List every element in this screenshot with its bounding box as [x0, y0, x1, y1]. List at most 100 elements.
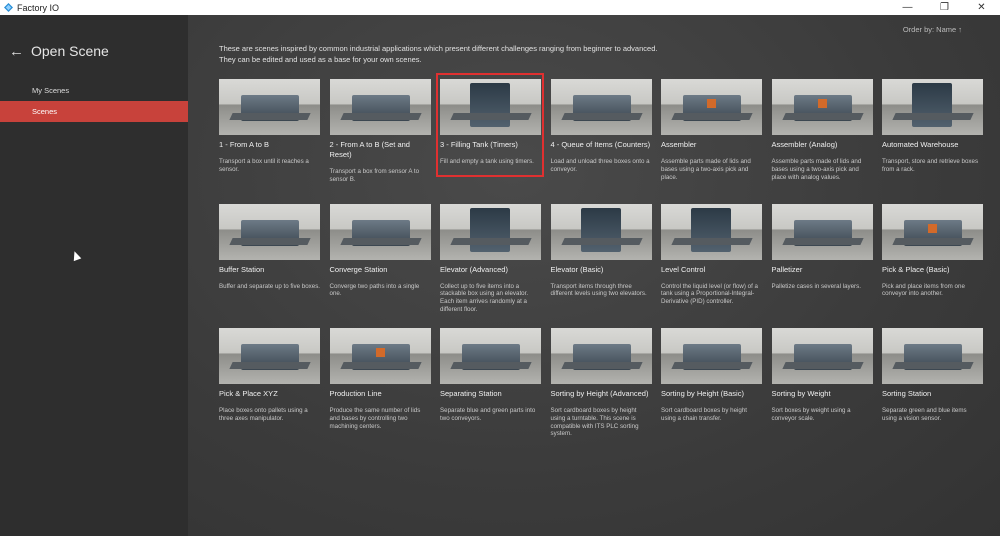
conveyor-graphic — [892, 362, 974, 369]
restore-button[interactable]: ❐ — [926, 0, 963, 15]
scene-title: Assembler — [661, 140, 697, 149]
scene-card[interactable]: Sorting by Height (Advanced) Sort cardboa… — [550, 328, 652, 453]
scene-description: Transport a box until it reaches a senso… — [219, 158, 309, 173]
conveyor-graphic — [892, 237, 974, 245]
conveyor-graphic — [450, 362, 532, 369]
conveyor-graphic — [339, 237, 422, 245]
scene-title: Sorting by Weight — [771, 389, 831, 398]
main-content: Order by: Name ↑ These are scenes inspir… — [188, 15, 1000, 536]
scene-card[interactable]: Elevator (Advanced) Collect up to five it… — [440, 203, 541, 329]
scene-description: Sort cardboard boxes by height using a t… — [550, 407, 639, 438]
scene-card[interactable]: Sorting by Weight Sort boxes by weight us… — [771, 328, 873, 453]
sidebar-item-scenes[interactable]: Scenes — [0, 101, 188, 122]
scene-thumbnail[interactable] — [661, 203, 762, 260]
scene-thumbnail[interactable] — [550, 328, 652, 384]
scene-title: Level Control — [661, 264, 706, 274]
scene-card[interactable]: Pick & Place XYZ Place boxes onto pallets… — [219, 328, 320, 453]
scene-card[interactable]: 2 - From A to B (Set and Reset) Transport… — [329, 79, 431, 204]
scene-description: Load and unload three boxes onto a conve… — [550, 158, 650, 173]
close-button[interactable]: ✕ — [963, 0, 1000, 15]
scene-title: Automated Warehouse — [882, 140, 959, 149]
scene-thumbnail[interactable] — [771, 328, 873, 384]
scene-title: Palletizer — [771, 264, 803, 274]
order-by-dropdown[interactable]: Order by: Name ↑ — [903, 25, 962, 34]
scene-card[interactable]: Sorting Station Separate green and blue i… — [882, 328, 983, 453]
scene-title: Buffer Station — [219, 264, 265, 274]
scene-description: Pick and place items from one conveyor i… — [882, 282, 965, 298]
scene-description: Assemble parts made of lids and bases us… — [661, 158, 751, 181]
conveyor-graphic — [339, 113, 422, 120]
scene-title: 4 - Queue of Items (Counters) — [550, 140, 651, 149]
scene-title: Sorting Station — [882, 389, 932, 398]
minimize-button[interactable]: — — [889, 0, 926, 15]
scene-description: Collect up to five items into a stackabl… — [440, 282, 529, 313]
scene-card[interactable]: Production Line Produce the same number o… — [329, 328, 431, 453]
conveyor-graphic — [781, 237, 864, 245]
scene-card[interactable]: Assembler Assemble parts made of lids and… — [661, 79, 762, 204]
scene-thumbnail[interactable] — [882, 203, 983, 260]
scene-thumbnail[interactable] — [882, 79, 983, 135]
scene-thumbnail[interactable] — [219, 328, 320, 384]
scene-thumbnail[interactable] — [219, 79, 320, 135]
scene-thumbnail[interactable] — [440, 203, 541, 260]
intro-line-2: They can be edited and used as a base fo… — [219, 54, 422, 64]
scene-thumbnail[interactable] — [329, 203, 431, 260]
scene-title: Converge Station — [329, 264, 388, 274]
conveyor-graphic — [450, 237, 532, 245]
scene-card[interactable]: Level Control Control the liquid level (o… — [661, 203, 762, 329]
scene-description: Produce the same number of lids and base… — [329, 407, 421, 430]
scene-title: 1 - From A to B — [219, 140, 270, 149]
scene-thumbnail[interactable] — [329, 79, 431, 135]
scene-card[interactable]: Buffer Station Buffer and separate up to … — [219, 203, 320, 329]
scene-description: Transport items through three different … — [550, 282, 647, 298]
scene-card[interactable]: Palletizer Palletize cases in several lay… — [771, 203, 873, 329]
intro-text: These are scenes inspired by common indu… — [219, 44, 739, 65]
scene-title: Elevator (Basic) — [550, 264, 604, 274]
back-arrow-icon[interactable]: ← — [9, 43, 24, 60]
scene-card[interactable]: Pick & Place (Basic) Pick and place items… — [882, 203, 983, 329]
scene-card[interactable]: Assembler (Analog) Assemble parts made of… — [771, 79, 873, 204]
scene-title: Elevator (Advanced) — [440, 264, 508, 274]
scene-description: Transport, store and retrieve boxes from… — [882, 158, 979, 173]
scene-description: Control the liquid level (or flow) of a … — [661, 282, 758, 306]
robot-arm-graphic — [928, 223, 937, 233]
mouse-cursor-icon — [70, 249, 82, 262]
scene-grid: 1 - From A to B Transport a box until it … — [219, 79, 983, 453]
robot-arm-graphic — [375, 348, 385, 357]
scene-title: Sorting by Height (Basic) — [661, 389, 744, 398]
scene-description: Place boxes onto pallets using a three a… — [219, 407, 308, 422]
robot-arm-graphic — [817, 99, 827, 108]
scene-thumbnail[interactable] — [661, 328, 762, 384]
page-title: Open Scene — [31, 43, 109, 59]
scene-thumbnail[interactable] — [661, 79, 762, 135]
conveyor-graphic — [671, 237, 753, 245]
conveyor-graphic — [671, 362, 753, 369]
scene-card[interactable]: Converge Station Converge two paths into … — [329, 203, 431, 329]
scene-thumbnail[interactable] — [219, 203, 320, 260]
scene-title: Pick & Place XYZ — [219, 389, 278, 398]
scene-thumbnail[interactable] — [329, 328, 431, 384]
scene-card[interactable]: 4 - Queue of Items (Counters) Load and un… — [550, 79, 652, 204]
conveyor-graphic — [229, 362, 311, 369]
factory-io-logo-icon — [4, 3, 13, 12]
scene-card[interactable]: Sorting by Height (Basic) Sort cardboard … — [661, 328, 762, 453]
conveyor-graphic — [671, 113, 753, 120]
scene-card[interactable]: Separating Station Separate blue and gree… — [440, 328, 541, 453]
scene-card[interactable]: Elevator (Basic) Transport items through … — [550, 203, 652, 329]
scene-thumbnail[interactable] — [771, 203, 873, 260]
scene-description: Sort boxes by weight using a conveyor sc… — [771, 407, 851, 422]
scene-thumbnail[interactable] — [882, 328, 983, 384]
scene-thumbnail[interactable] — [440, 328, 541, 384]
intro-line-1: These are scenes inspired by common indu… — [219, 44, 658, 53]
scene-thumbnail[interactable] — [550, 203, 652, 260]
scene-card[interactable]: 1 - From A to B Transport a box until it … — [219, 79, 320, 204]
scene-thumbnail[interactable] — [771, 79, 873, 135]
scene-card[interactable]: Automated Warehouse Transport, store and … — [882, 79, 983, 204]
sidebar-item-my-scenes[interactable]: My Scenes — [0, 80, 188, 101]
scene-description: Converge two paths into a single one. — [329, 282, 420, 298]
conveyor-graphic — [339, 362, 422, 369]
conveyor-graphic — [229, 113, 311, 120]
scene-thumbnail[interactable] — [550, 79, 652, 135]
conveyor-graphic — [560, 113, 643, 120]
scene-description: Transport a box from sensor A to sensor … — [329, 168, 420, 183]
